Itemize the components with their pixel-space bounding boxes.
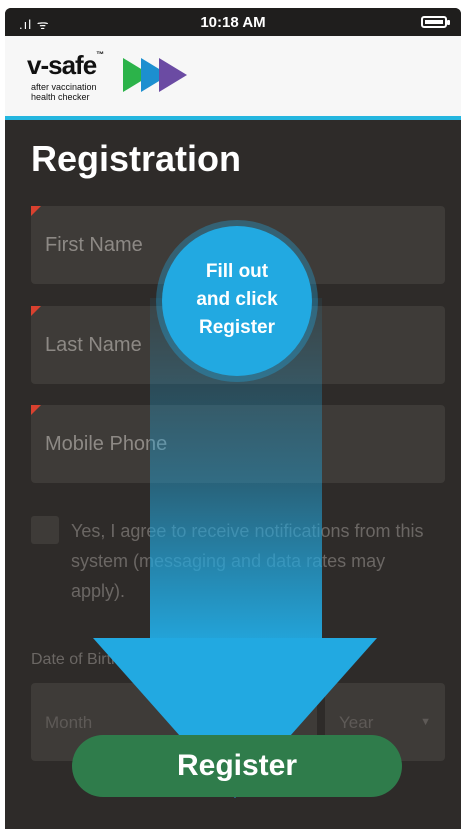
- required-marker: [31, 405, 41, 415]
- day-placeholder: Day: [221, 713, 252, 732]
- mobile-phone-placeholder: Mobile Phone: [45, 433, 168, 455]
- consent-text: Yes, I agree to receive notifications fr…: [71, 521, 424, 601]
- consent-checkbox[interactable]: [31, 516, 59, 544]
- mobile-phone-input[interactable]: Mobile Phone: [31, 405, 445, 483]
- page-title: Registration: [31, 138, 242, 179]
- chevron-purple-icon: [159, 58, 187, 92]
- required-marker: [31, 306, 41, 316]
- instruction-callout: Fill out and click Register: [162, 226, 312, 376]
- vsafe-logo: v-safe™: [27, 50, 104, 80]
- status-bar: .ıl ᯤ 10:18 AM: [5, 8, 461, 36]
- first-name-placeholder: First Name: [45, 234, 143, 256]
- chevron-down-icon: ▼: [420, 716, 431, 728]
- battery-icon: [421, 16, 450, 28]
- last-name-placeholder: Last Name: [45, 334, 142, 356]
- chevron-down-icon: ▼: [292, 716, 303, 728]
- register-button[interactable]: Register: [72, 735, 402, 797]
- dob-label: Date of Birth: [31, 651, 120, 668]
- status-time: 10:18 AM: [200, 14, 266, 31]
- chevron-down-icon: ▼: [174, 716, 185, 728]
- required-marker: [31, 206, 41, 216]
- logo-tagline: after vaccination health checker: [31, 82, 97, 102]
- year-placeholder: Year: [339, 713, 374, 732]
- phone-screen: .ıl ᯤ 10:18 AM v-safe™ after vaccination…: [5, 8, 461, 829]
- month-placeholder: Month: [45, 713, 93, 732]
- app-header: v-safe™ after vaccination health checker: [5, 36, 461, 120]
